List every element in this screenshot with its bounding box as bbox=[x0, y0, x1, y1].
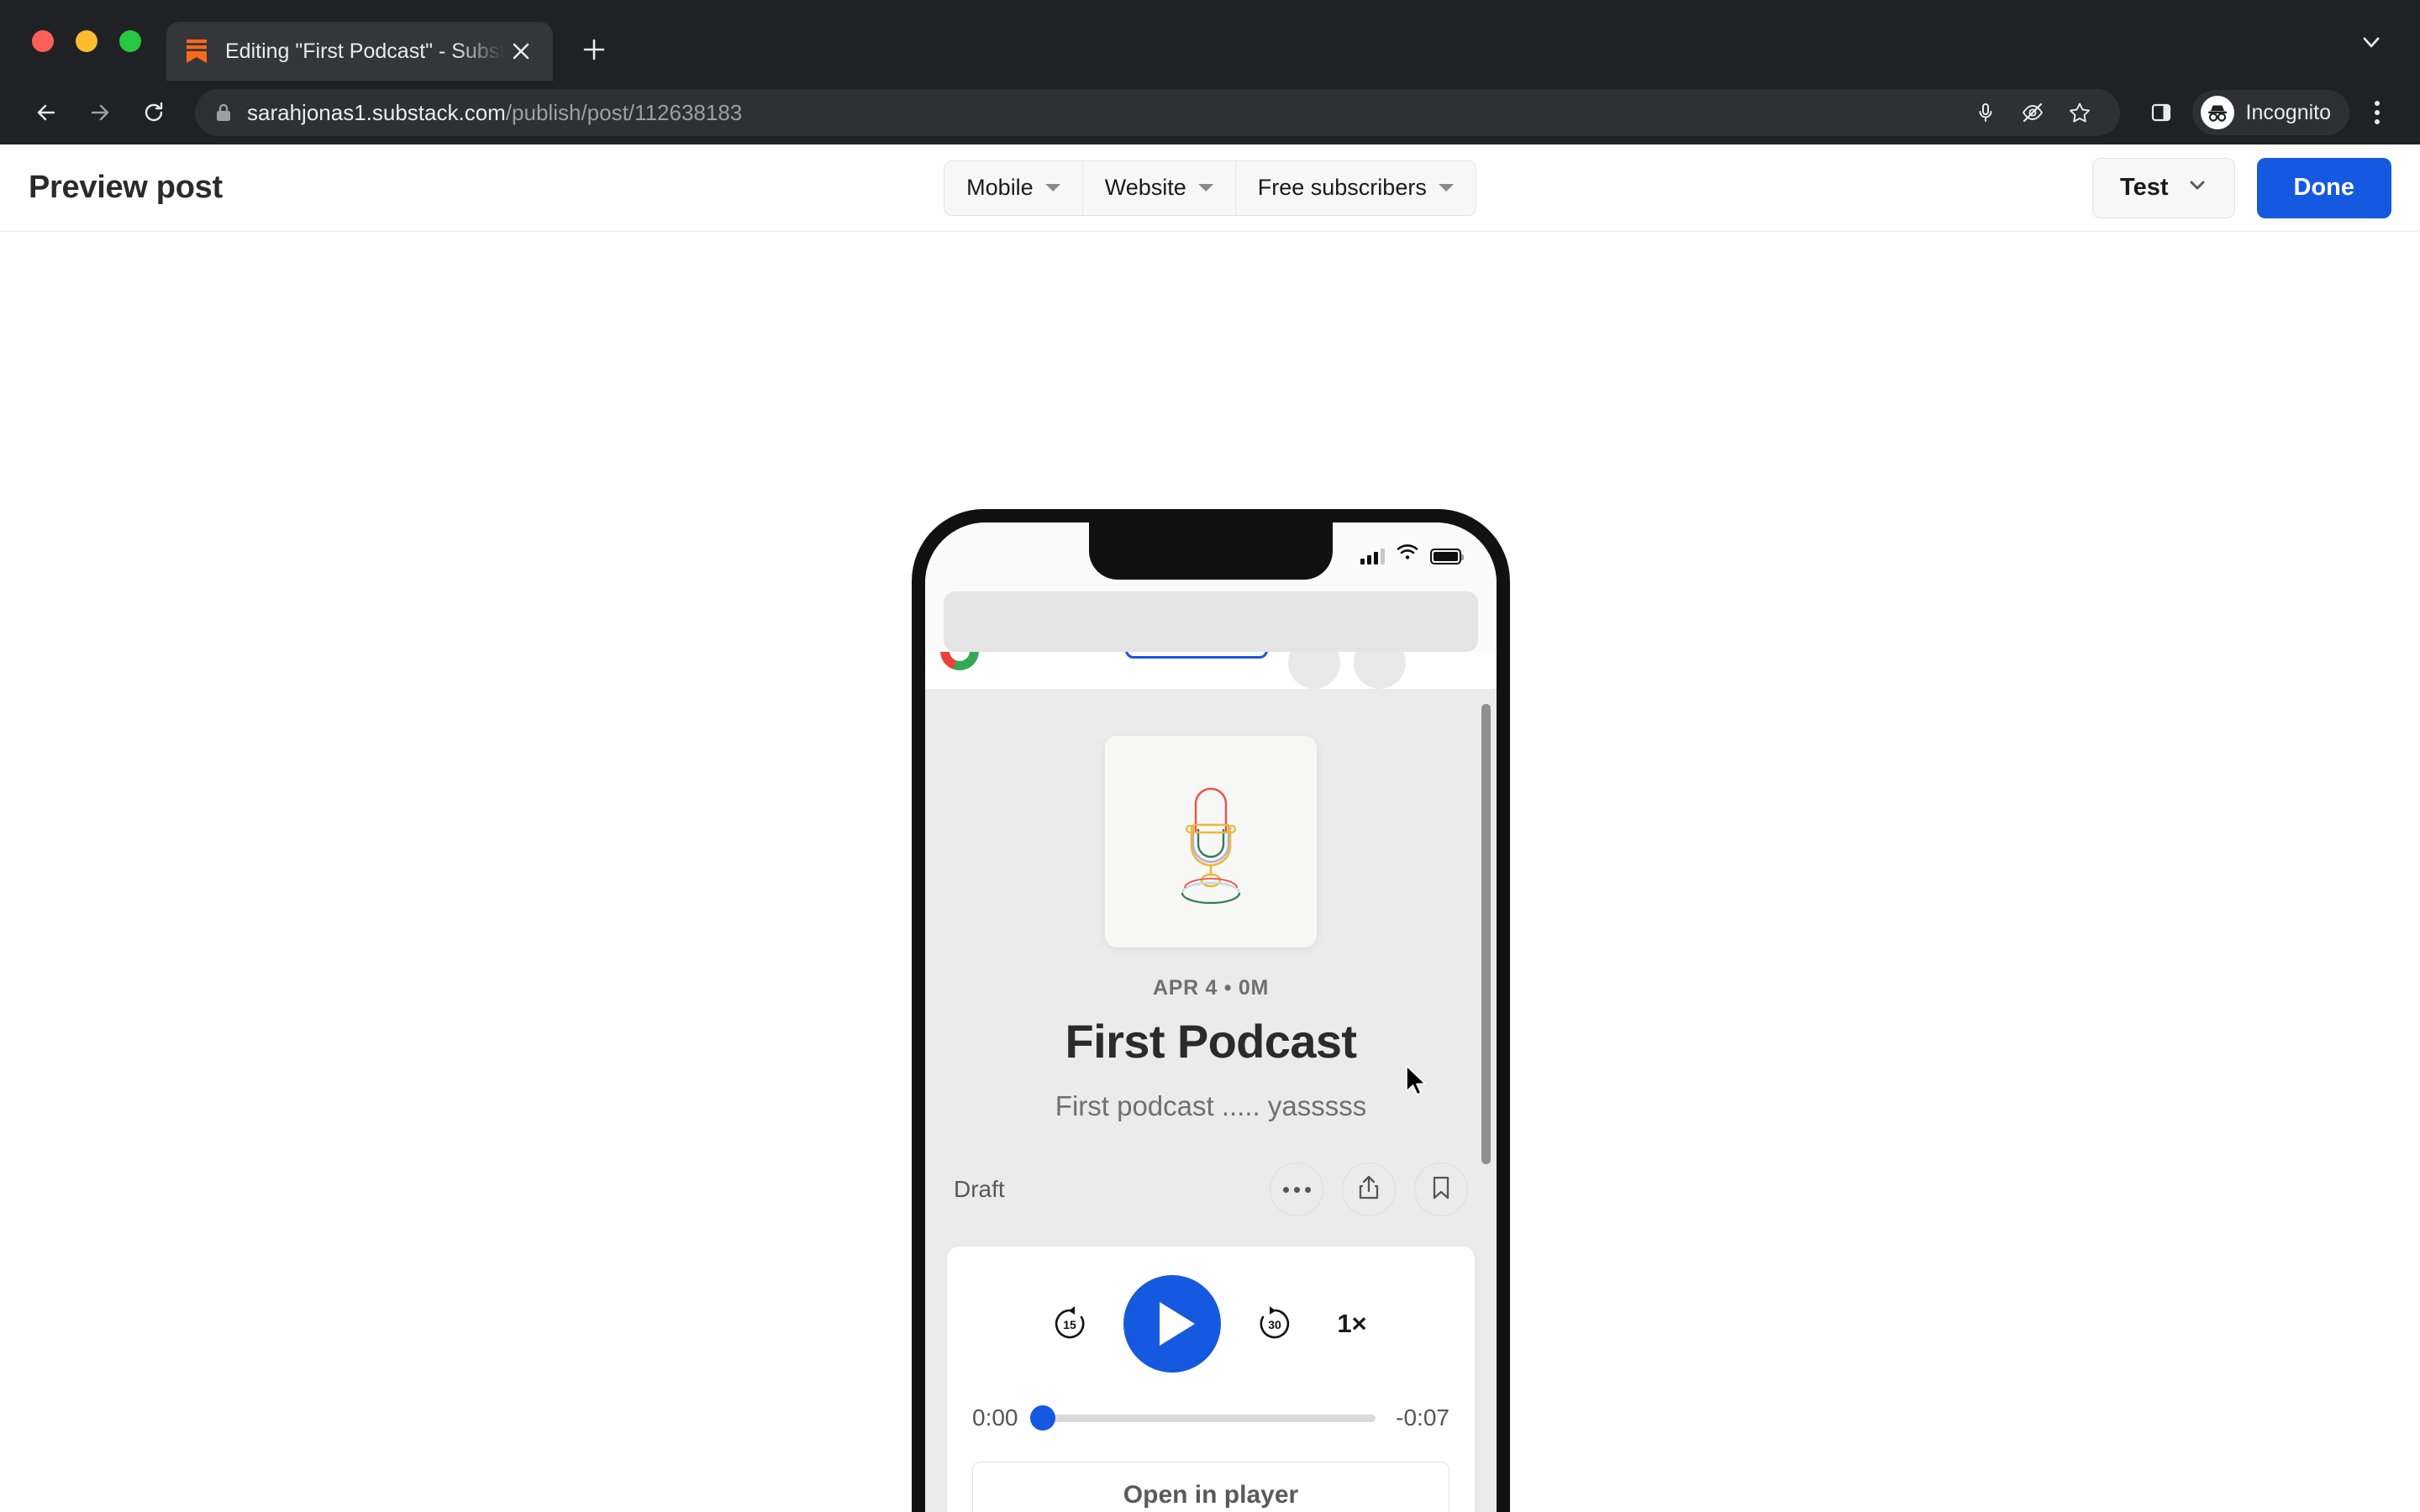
placeholder-circle-icon bbox=[1288, 652, 1340, 689]
post-action-buttons bbox=[1270, 1163, 1468, 1216]
placeholder-circle-icon bbox=[1354, 652, 1406, 689]
remaining-time: -0:07 bbox=[1396, 1404, 1449, 1431]
window-traffic-lights bbox=[0, 30, 141, 81]
forward-30-icon[interactable]: 30 bbox=[1251, 1300, 1298, 1347]
caret-down-icon bbox=[1044, 184, 1060, 192]
header-actions: Test Done bbox=[2092, 157, 2391, 218]
url-host: sarahjonas1.substack.com bbox=[247, 99, 506, 125]
play-button[interactable] bbox=[1123, 1275, 1221, 1373]
progress-knob[interactable] bbox=[1029, 1405, 1055, 1431]
highlighted-field bbox=[1125, 652, 1268, 659]
back-arrow-icon[interactable] bbox=[22, 88, 71, 137]
done-button-label: Done bbox=[2293, 174, 2355, 201]
elapsed-time: 0:00 bbox=[972, 1404, 1018, 1431]
rewind-15-icon[interactable]: 15 bbox=[1046, 1300, 1093, 1347]
cellular-signal-icon bbox=[1360, 548, 1385, 564]
segment-website-label: Website bbox=[1104, 175, 1186, 200]
player-transport-controls: 15 30 1× bbox=[972, 1275, 1449, 1373]
phone-mini-browser-bar bbox=[925, 585, 1497, 652]
maximize-window-button[interactable] bbox=[119, 30, 141, 52]
lock-icon bbox=[213, 102, 234, 123]
page-title: Preview post bbox=[29, 170, 223, 205]
more-options-button[interactable] bbox=[1270, 1163, 1323, 1216]
svg-text:30: 30 bbox=[1268, 1318, 1281, 1331]
post-status-row: Draft bbox=[925, 1163, 1497, 1216]
kebab-menu-icon[interactable] bbox=[2356, 89, 2398, 136]
play-icon bbox=[1160, 1302, 1195, 1346]
phone-mockup: APR 4 • 0M First Podcast First podcast .… bbox=[912, 509, 1510, 1512]
tab-strip: Editing "First Podcast" - Subst bbox=[0, 0, 2420, 81]
chevron-down-icon[interactable] bbox=[2348, 18, 2395, 66]
post-title: First Podcast bbox=[1065, 1015, 1358, 1068]
microphone-icon[interactable] bbox=[1964, 91, 2007, 134]
test-button-label: Test bbox=[2120, 174, 2169, 201]
content-scrollbar[interactable] bbox=[1481, 704, 1491, 1164]
preview-mode-segmented-control: Mobile Website Free subscribers bbox=[944, 160, 1476, 216]
phone-address-bar[interactable] bbox=[944, 591, 1478, 652]
chevron-down-icon bbox=[2187, 174, 2207, 202]
bookmark-icon bbox=[1430, 1174, 1452, 1205]
audio-player: 15 30 1× 0:00 -0:07 Open in player bbox=[947, 1247, 1475, 1512]
incognito-avatar-icon bbox=[2200, 96, 2234, 129]
browser-tab-title: Editing "First Podcast" - Subst bbox=[225, 39, 504, 63]
profile-label: Incognito bbox=[2245, 100, 2331, 124]
segment-free-subscribers-label: Free subscribers bbox=[1257, 175, 1427, 200]
ellipsis-icon bbox=[1282, 1186, 1311, 1193]
open-in-player-button[interactable]: Open in player bbox=[972, 1462, 1449, 1512]
browser-tab[interactable]: Editing "First Podcast" - Subst bbox=[166, 22, 553, 81]
new-tab-button[interactable] bbox=[571, 27, 617, 72]
address-bar-url: sarahjonas1.substack.com/publish/post/11… bbox=[247, 100, 742, 126]
status-bar-icons bbox=[1360, 543, 1464, 564]
caret-down-icon bbox=[1438, 184, 1454, 192]
star-icon[interactable] bbox=[2058, 91, 2102, 134]
segment-free-subscribers[interactable]: Free subscribers bbox=[1235, 160, 1476, 215]
progress-slider[interactable] bbox=[1029, 1405, 1376, 1431]
segment-website[interactable]: Website bbox=[1082, 160, 1236, 215]
wifi-icon bbox=[1397, 543, 1418, 564]
post-kicker: APR 4 • 0M bbox=[1152, 976, 1269, 1000]
phone-notch bbox=[1089, 522, 1333, 580]
microphone-artwork-icon bbox=[1105, 736, 1317, 948]
podcast-artwork-container bbox=[925, 689, 1497, 948]
substack-icon bbox=[183, 37, 210, 66]
close-icon[interactable] bbox=[504, 34, 538, 68]
share-button[interactable] bbox=[1342, 1163, 1396, 1216]
phone-partial-toolbar-row bbox=[925, 652, 1497, 689]
open-in-player-label: Open in player bbox=[1123, 1481, 1299, 1509]
chrome-logo-icon bbox=[940, 652, 979, 670]
bookmark-button[interactable] bbox=[1414, 1163, 1468, 1216]
svg-text:15: 15 bbox=[1063, 1318, 1076, 1331]
url-path: /publish/post/112638183 bbox=[505, 99, 743, 125]
profile-incognito-button[interactable]: Incognito bbox=[2191, 90, 2349, 135]
phone-screen: APR 4 • 0M First Podcast First podcast .… bbox=[925, 522, 1497, 1512]
segment-mobile[interactable]: Mobile bbox=[944, 160, 1083, 215]
omnibox-actions bbox=[1964, 91, 2102, 134]
address-bar[interactable]: sarahjonas1.substack.com/publish/post/11… bbox=[195, 89, 2120, 136]
forward-arrow-icon[interactable] bbox=[76, 88, 124, 137]
reload-icon[interactable] bbox=[129, 88, 178, 137]
status-badge: Draft bbox=[954, 1176, 1005, 1202]
progress-track bbox=[1029, 1414, 1376, 1422]
browser-toolbar: sarahjonas1.substack.com/publish/post/11… bbox=[0, 81, 2420, 144]
app-header: Preview post Mobile Website Free subscri… bbox=[0, 144, 2420, 232]
playback-speed-button[interactable]: 1× bbox=[1328, 1309, 1376, 1339]
battery-full-icon bbox=[1430, 548, 1464, 564]
close-window-button[interactable] bbox=[32, 30, 54, 52]
side-panel-icon[interactable] bbox=[2137, 88, 2186, 137]
test-button[interactable]: Test bbox=[2092, 157, 2235, 218]
player-progress-row: 0:00 -0:07 bbox=[972, 1404, 1449, 1431]
segment-mobile-label: Mobile bbox=[966, 175, 1034, 200]
toolbar-right-actions: Incognito bbox=[2137, 88, 2398, 137]
preview-stage: APR 4 • 0M First Podcast First podcast .… bbox=[0, 232, 2420, 1512]
done-button[interactable]: Done bbox=[2256, 157, 2391, 218]
browser-window: Editing "First Podcast" - Subst sarahjon… bbox=[0, 0, 2420, 144]
share-icon bbox=[1356, 1174, 1381, 1205]
caret-down-icon bbox=[1197, 184, 1213, 192]
minimize-window-button[interactable] bbox=[76, 30, 97, 52]
eye-slash-icon[interactable] bbox=[2011, 91, 2054, 134]
mouse-cursor bbox=[1405, 1065, 1430, 1105]
